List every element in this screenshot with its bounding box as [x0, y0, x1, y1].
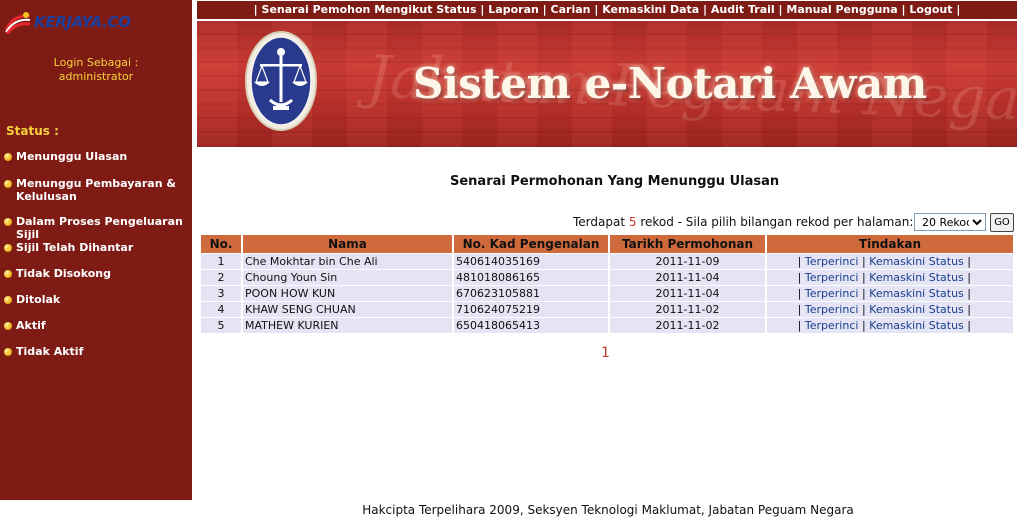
status-tidak-disokong[interactable]: Tidak Disokong [4, 267, 111, 280]
cell-no: 3 [201, 286, 241, 301]
cell-tindakan: | Terperinci | Kemaskini Status | [767, 254, 1013, 269]
kerjaya-logo[interactable]: KERJAYA.CO [4, 10, 131, 35]
nav-logout[interactable]: Logout [909, 3, 952, 16]
nav-carian[interactable]: Carian [551, 3, 591, 16]
col-no: No. [201, 235, 241, 253]
cell-nama: POON HOW KUN [243, 286, 452, 301]
nav-kemaskini-data[interactable]: Kemaskini Data [602, 3, 699, 16]
terperinci-link[interactable]: Terperinci [805, 255, 859, 268]
table-row: 4 KHAW SENG CHUAN 710624075219 2011-11-02 | … [201, 302, 1013, 317]
login-label: Login Sebagai : [53, 56, 139, 69]
cell-nama: Che Mokhtar bin Che Ali [243, 254, 452, 269]
cell-no: 2 [201, 270, 241, 285]
cell-nama: MATHEW KURIEN [243, 318, 452, 333]
cell-nama: KHAW SENG CHUAN [243, 302, 452, 317]
status-dalam-proses[interactable]: Dalam Proses Pengeluaran Sijil [4, 215, 192, 241]
page-link-1[interactable]: 1 [601, 345, 610, 361]
kemaskini-status-link[interactable]: Kemaskini Status [869, 319, 964, 332]
terperinci-link[interactable]: Terperinci [805, 303, 859, 316]
cell-kad-pengenalan: 670623105881 [454, 286, 608, 301]
footer-copyright: Hakcipta Terpelihara 2009, Seksyen Tekno… [362, 503, 854, 517]
logo-text: KERJAYA.CO [34, 13, 131, 31]
applications-table: No. Nama No. Kad Pengenalan Tarikh Permo… [199, 234, 1015, 334]
col-kad-pengenalan: No. Kad Pengenalan [454, 235, 608, 253]
nav-senarai-pemohon[interactable]: Senarai Pemohon Mengikut Status [262, 3, 477, 16]
col-tindakan: Tindakan [767, 235, 1013, 253]
scales-of-justice-icon [244, 30, 318, 132]
table-row: 2 Choung Youn Sin 481018086165 2011-11-04 | … [201, 270, 1013, 285]
col-tarikh: Tarikh Permohonan [610, 235, 765, 253]
kemaskini-status-link[interactable]: Kemaskini Status [869, 271, 964, 284]
status-menunggu-pembayaran[interactable]: Menunggu Pembayaran & Kelulusan [4, 177, 176, 203]
cell-tarikh: 2011-11-09 [610, 254, 765, 269]
status-heading: Status : [6, 124, 59, 138]
nav-laporan[interactable]: Laporan [488, 3, 539, 16]
record-info: Terdapat 5 rekod - Sila pilih bilangan r… [573, 215, 914, 229]
col-nama: Nama [243, 235, 452, 253]
cell-tarikh: 2011-11-02 [610, 302, 765, 317]
kemaskini-status-link[interactable]: Kemaskini Status [869, 303, 964, 316]
cell-no: 4 [201, 302, 241, 317]
status-menunggu-ulasan[interactable]: Menunggu Ulasan [4, 150, 127, 163]
table-row: 3 POON HOW KUN 670623105881 2011-11-04 | Ter… [201, 286, 1013, 301]
cell-nama: Choung Youn Sin [243, 270, 452, 285]
status-tidak-aktif[interactable]: Tidak Aktif [4, 345, 83, 358]
login-info: Login Sebagai : administrator [0, 56, 192, 84]
cell-kad-pengenalan: 540614035169 [454, 254, 608, 269]
kemaskini-status-link[interactable]: Kemaskini Status [869, 255, 964, 268]
cell-tarikh: 2011-11-02 [610, 318, 765, 333]
status-aktif[interactable]: Aktif [4, 319, 46, 332]
sidebar: KERJAYA.CO Login Sebagai : administrator… [0, 0, 192, 500]
nav-manual-pengguna[interactable]: Manual Pengguna [786, 3, 897, 16]
cell-kad-pengenalan: 481018086165 [454, 270, 608, 285]
records-per-page-select[interactable]: 20 Rekod [914, 213, 986, 231]
banner-title: Sistem e-Notari Awam [413, 59, 927, 108]
table-row: 1 Che Mokhtar bin Che Ali 540614035169 2011… [201, 254, 1013, 269]
status-ditolak[interactable]: Ditolak [4, 293, 60, 306]
table-row: 5 MATHEW KURIEN 650418065413 2011-11-02 | Te… [201, 318, 1013, 333]
top-nav: | Senarai Pemohon Mengikut Status | Lapo… [197, 1, 1017, 19]
flag-stripes-icon [4, 10, 32, 35]
cell-tindakan: | Terperinci | Kemaskini Status | [767, 302, 1013, 317]
terperinci-link[interactable]: Terperinci [805, 319, 859, 332]
cell-kad-pengenalan: 710624075219 [454, 302, 608, 317]
login-user: administrator [58, 70, 134, 83]
cell-tindakan: | Terperinci | Kemaskini Status | [767, 318, 1013, 333]
cell-no: 5 [201, 318, 241, 333]
cell-tindakan: | Terperinci | Kemaskini Status | [767, 270, 1013, 285]
status-sijil-dihantar[interactable]: Sijil Telah Dihantar [4, 241, 133, 254]
terperinci-link[interactable]: Terperinci [805, 287, 859, 300]
cell-tindakan: | Terperinci | Kemaskini Status | [767, 286, 1013, 301]
cell-kad-pengenalan: 650418065413 [454, 318, 608, 333]
table-header-row: No. Nama No. Kad Pengenalan Tarikh Permo… [201, 235, 1013, 253]
go-button[interactable]: GO [990, 213, 1014, 232]
header-banner: Jabatan Peguam Negara Sistem e-Notari Aw… [197, 21, 1017, 147]
cell-no: 1 [201, 254, 241, 269]
kemaskini-status-link[interactable]: Kemaskini Status [869, 287, 964, 300]
cell-tarikh: 2011-11-04 [610, 286, 765, 301]
nav-audit-trail[interactable]: Audit Trail [711, 3, 775, 16]
record-count: 5 [628, 215, 637, 229]
cell-tarikh: 2011-11-04 [610, 270, 765, 285]
terperinci-link[interactable]: Terperinci [805, 271, 859, 284]
